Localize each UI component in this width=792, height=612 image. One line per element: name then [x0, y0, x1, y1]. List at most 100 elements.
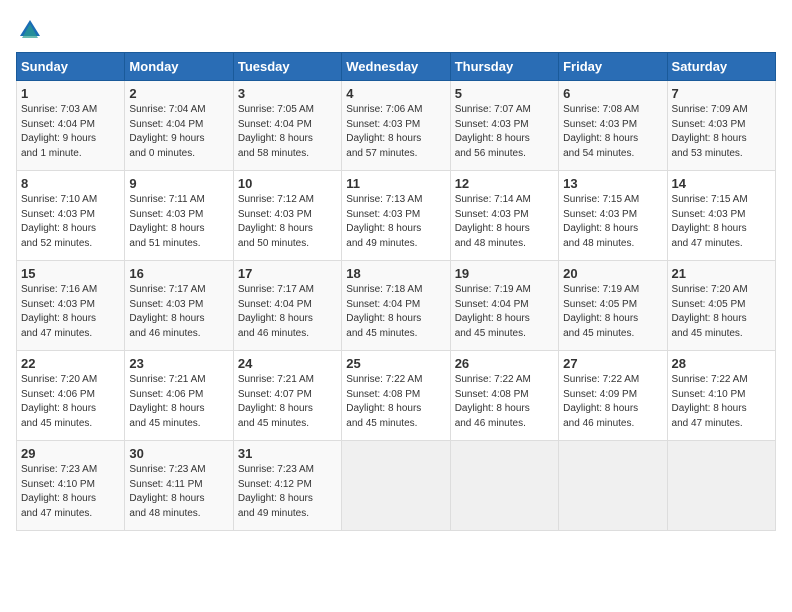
calendar-cell: 27 Sunrise: 7:22 AM Sunset: 4:09 PM Dayli… — [559, 351, 667, 441]
day-number: 25 — [346, 356, 445, 371]
calendar-cell: 12Sunrise: 7:14 AM Sunset: 4:03 PM Dayli… — [450, 171, 558, 261]
calendar-cell: 24 Sunrise: 7:21 AM Sunset: 4:07 PM Dayli… — [233, 351, 341, 441]
calendar-cell: 11 Sunrise: 7:13 AM Sunset: 4:03 PM Dayli… — [342, 171, 450, 261]
col-header-saturday: Saturday — [667, 53, 775, 81]
day-info: Sunrise: 7:19 AM Sunset: 4:05 PM Dayligh… — [563, 283, 662, 341]
day-number: 17 — [238, 266, 337, 281]
calendar-cell: 20 Sunrise: 7:19 AM Sunset: 4:05 PM Dayli… — [559, 261, 667, 351]
day-number: 14 — [672, 176, 771, 191]
day-number: 29 — [21, 446, 120, 461]
day-number: 23 — [129, 356, 228, 371]
day-number: 31 — [238, 446, 337, 461]
day-number: 3 — [238, 86, 337, 101]
day-number: 30 — [129, 446, 228, 461]
col-header-monday: Monday — [125, 53, 233, 81]
day-info: Sunrise: 7:11 AM Sunset: 4:03 PM Dayligh… — [129, 193, 228, 251]
day-number: 5 — [455, 86, 554, 101]
calendar-cell: 22 Sunrise: 7:20 AM Sunset: 4:06 PM Dayli… — [17, 351, 125, 441]
calendar-cell: 19 Sunrise: 7:19 AM Sunset: 4:04 PM Dayli… — [450, 261, 558, 351]
calendar-cell: 3 Sunrise: 7:05 AM Sunset: 4:04 PM Daylig… — [233, 81, 341, 171]
day-number: 24 — [238, 356, 337, 371]
day-info: Sunrise: 7:22 AM Sunset: 4:09 PM Dayligh… — [563, 373, 662, 431]
calendar-cell: 10 Sunrise: 7:12 AM Sunset: 4:03 PM Dayli… — [233, 171, 341, 261]
week-row-2: 1 Sunrise: 7:03 AM Sunset: 4:04 PM Daylig… — [17, 81, 776, 171]
day-number: 4 — [346, 86, 445, 101]
day-info: Sunrise: 7:22 AM Sunset: 4:10 PM Dayligh… — [672, 373, 771, 431]
day-number: 13 — [563, 176, 662, 191]
calendar-cell: 4 Sunrise: 7:06 AM Sunset: 4:03 PM Daylig… — [342, 81, 450, 171]
day-number: 27 — [563, 356, 662, 371]
logo-icon — [16, 16, 44, 44]
calendar-cell: 5Sunrise: 7:07 AM Sunset: 4:03 PM Daylig… — [450, 81, 558, 171]
day-number: 18 — [346, 266, 445, 281]
day-number: 16 — [129, 266, 228, 281]
col-header-wednesday: Wednesday — [342, 53, 450, 81]
day-info: Sunrise: 7:15 AM Sunset: 4:03 PM Dayligh… — [563, 193, 662, 251]
day-info: Sunrise: 7:23 AM Sunset: 4:10 PM Dayligh… — [21, 463, 120, 521]
day-number: 9 — [129, 176, 228, 191]
day-number: 22 — [21, 356, 120, 371]
day-info: Sunrise: 7:18 AM Sunset: 4:04 PM Dayligh… — [346, 283, 445, 341]
day-number: 12 — [455, 176, 554, 191]
day-number: 1 — [21, 86, 120, 101]
day-number: 11 — [346, 176, 445, 191]
calendar-cell: 17Sunrise: 7:17 AM Sunset: 4:04 PM Dayli… — [233, 261, 341, 351]
logo — [16, 16, 48, 44]
calendar-cell: 18 Sunrise: 7:18 AM Sunset: 4:04 PM Dayli… — [342, 261, 450, 351]
col-header-thursday: Thursday — [450, 53, 558, 81]
day-number: 8 — [21, 176, 120, 191]
day-info: Sunrise: 7:15 AM Sunset: 4:03 PM Dayligh… — [672, 193, 771, 251]
day-number: 26 — [455, 356, 554, 371]
day-number: 2 — [129, 86, 228, 101]
day-info: Sunrise: 7:23 AM Sunset: 4:12 PM Dayligh… — [238, 463, 337, 521]
col-header-sunday: Sunday — [17, 53, 125, 81]
day-info: Sunrise: 7:17 AM Sunset: 4:03 PM Dayligh… — [129, 283, 228, 341]
day-number: 15 — [21, 266, 120, 281]
day-info: Sunrise: 7:20 AM Sunset: 4:05 PM Dayligh… — [672, 283, 771, 341]
day-number: 20 — [563, 266, 662, 281]
calendar-cell: 28 Sunrise: 7:22 AM Sunset: 4:10 PM Dayli… — [667, 351, 775, 441]
calendar-cell: 7 Sunrise: 7:09 AM Sunset: 4:03 PM Daylig… — [667, 81, 775, 171]
calendar-cell — [559, 441, 667, 531]
day-number: 7 — [672, 86, 771, 101]
calendar-cell: 8 Sunrise: 7:10 AM Sunset: 4:03 PM Daylig… — [17, 171, 125, 261]
calendar-cell: 14 Sunrise: 7:15 AM Sunset: 4:03 PM Dayli… — [667, 171, 775, 261]
day-info: Sunrise: 7:03 AM Sunset: 4:04 PM Dayligh… — [21, 103, 120, 161]
day-info: Sunrise: 7:21 AM Sunset: 4:07 PM Dayligh… — [238, 373, 337, 431]
day-number: 21 — [672, 266, 771, 281]
page-header — [16, 16, 776, 44]
week-row-5: 22 Sunrise: 7:20 AM Sunset: 4:06 PM Dayli… — [17, 351, 776, 441]
calendar-cell: 25 Sunrise: 7:22 AM Sunset: 4:08 PM Dayli… — [342, 351, 450, 441]
day-info: Sunrise: 7:08 AM Sunset: 4:03 PM Dayligh… — [563, 103, 662, 161]
calendar-cell: 1 Sunrise: 7:03 AM Sunset: 4:04 PM Daylig… — [17, 81, 125, 171]
day-info: Sunrise: 7:21 AM Sunset: 4:06 PM Dayligh… — [129, 373, 228, 431]
week-row-4: 15 Sunrise: 7:16 AM Sunset: 4:03 PM Dayli… — [17, 261, 776, 351]
calendar-cell: 29 Sunrise: 7:23 AM Sunset: 4:10 PM Dayli… — [17, 441, 125, 531]
calendar-cell — [342, 441, 450, 531]
day-info: Sunrise: 7:05 AM Sunset: 4:04 PM Dayligh… — [238, 103, 337, 161]
day-info: Sunrise: 7:10 AM Sunset: 4:03 PM Dayligh… — [21, 193, 120, 251]
day-number: 10 — [238, 176, 337, 191]
day-info: Sunrise: 7:20 AM Sunset: 4:06 PM Dayligh… — [21, 373, 120, 431]
day-number: 28 — [672, 356, 771, 371]
day-info: Sunrise: 7:22 AM Sunset: 4:08 PM Dayligh… — [455, 373, 554, 431]
week-row-3: 8 Sunrise: 7:10 AM Sunset: 4:03 PM Daylig… — [17, 171, 776, 261]
calendar-cell: 2 Sunrise: 7:04 AM Sunset: 4:04 PM Daylig… — [125, 81, 233, 171]
week-row-6: 29 Sunrise: 7:23 AM Sunset: 4:10 PM Dayli… — [17, 441, 776, 531]
day-info: Sunrise: 7:06 AM Sunset: 4:03 PM Dayligh… — [346, 103, 445, 161]
day-info: Sunrise: 7:12 AM Sunset: 4:03 PM Dayligh… — [238, 193, 337, 251]
calendar-cell: 30 Sunrise: 7:23 AM Sunset: 4:11 PM Dayli… — [125, 441, 233, 531]
day-info: Sunrise: 7:09 AM Sunset: 4:03 PM Dayligh… — [672, 103, 771, 161]
calendar-cell: 16 Sunrise: 7:17 AM Sunset: 4:03 PM Dayli… — [125, 261, 233, 351]
day-info: Sunrise: 7:04 AM Sunset: 4:04 PM Dayligh… — [129, 103, 228, 161]
day-info: Sunrise: 7:16 AM Sunset: 4:03 PM Dayligh… — [21, 283, 120, 341]
day-info: Sunrise: 7:19 AM Sunset: 4:04 PM Dayligh… — [455, 283, 554, 341]
calendar-cell: 15 Sunrise: 7:16 AM Sunset: 4:03 PM Dayli… — [17, 261, 125, 351]
day-info: Sunrise: 7:22 AM Sunset: 4:08 PM Dayligh… — [346, 373, 445, 431]
calendar-cell: 6 Sunrise: 7:08 AM Sunset: 4:03 PM Daylig… — [559, 81, 667, 171]
day-info: Sunrise: 7:23 AM Sunset: 4:11 PM Dayligh… — [129, 463, 228, 521]
day-info: Sunrise: 7:13 AM Sunset: 4:03 PM Dayligh… — [346, 193, 445, 251]
calendar-cell — [667, 441, 775, 531]
day-number: 6 — [563, 86, 662, 101]
day-number: 19 — [455, 266, 554, 281]
